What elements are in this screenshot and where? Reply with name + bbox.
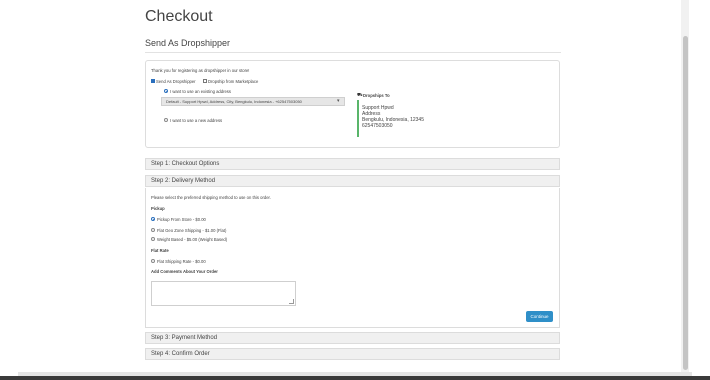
pickup-from-store-radio[interactable] bbox=[151, 217, 155, 221]
ships-to-phone: 62547503050 bbox=[362, 123, 393, 129]
existing-address-radio[interactable] bbox=[164, 89, 168, 93]
step-4-header[interactable]: Step 4: Confirm Order bbox=[145, 348, 560, 360]
new-address-label: I want to use a new address bbox=[170, 117, 223, 123]
dropship-marketplace-label: Dropship from Marketplace bbox=[208, 78, 259, 84]
section-divider bbox=[145, 52, 561, 53]
step-3-header[interactable]: Step 3: Payment Method bbox=[145, 332, 560, 344]
dropship-marketplace-checkbox[interactable] bbox=[203, 79, 207, 83]
delivery-intro-text: Please select the preferred shipping met… bbox=[151, 195, 271, 200]
flat-geo-zone-label: Flat Geo Zone Shipping - $1.00 (Flat) bbox=[157, 227, 227, 233]
step-2-header[interactable]: Step 2: Delivery Method bbox=[145, 175, 560, 187]
flat-shipping-rate-radio[interactable] bbox=[151, 259, 155, 263]
chevron-down-icon[interactable]: ▾ bbox=[337, 98, 340, 104]
pickup-heading: Pickup bbox=[151, 206, 165, 211]
flat-geo-zone-radio[interactable] bbox=[151, 228, 155, 232]
weight-based-radio[interactable] bbox=[151, 237, 155, 241]
comments-textarea[interactable] bbox=[151, 281, 296, 306]
window-bottom-border bbox=[0, 376, 710, 380]
page-title: Checkout bbox=[145, 8, 213, 25]
existing-address-value: Default - Support Hpwd, Address, City, B… bbox=[166, 99, 302, 104]
section-subtitle: Send As Dropshipper bbox=[145, 38, 231, 48]
flat-shipping-rate-label: Flat Shipping Rate - $0.00 bbox=[157, 258, 206, 264]
send-as-dropshipper-label: Send As Dropshipper bbox=[156, 78, 196, 84]
dropships-to-heading: Dropships To bbox=[363, 92, 390, 98]
address-accent-bar bbox=[357, 100, 359, 137]
send-as-dropshipper-checkbox[interactable] bbox=[151, 79, 155, 83]
weight-based-label: Weight Based - $5.00 (Weight Based) bbox=[157, 236, 228, 242]
dropshipper-thanks-text: Thank you for registering as dropshipper… bbox=[151, 68, 250, 73]
existing-address-label: I want to use an existing address bbox=[170, 88, 231, 94]
step-1-header[interactable]: Step 1: Checkout Options bbox=[145, 158, 560, 170]
new-address-radio[interactable] bbox=[164, 118, 168, 122]
continue-button[interactable]: Continue bbox=[526, 311, 553, 322]
flat-rate-heading: Flat Rate bbox=[151, 248, 169, 253]
vertical-scrollbar-thumb[interactable] bbox=[683, 36, 688, 370]
delivery-method-body bbox=[145, 188, 560, 328]
pickup-from-store-label: Pickup From Store - $0.00 bbox=[157, 216, 206, 222]
ship-icon: ⛟ bbox=[357, 92, 363, 97]
comments-heading: Add Comments About Your Order bbox=[151, 269, 218, 274]
